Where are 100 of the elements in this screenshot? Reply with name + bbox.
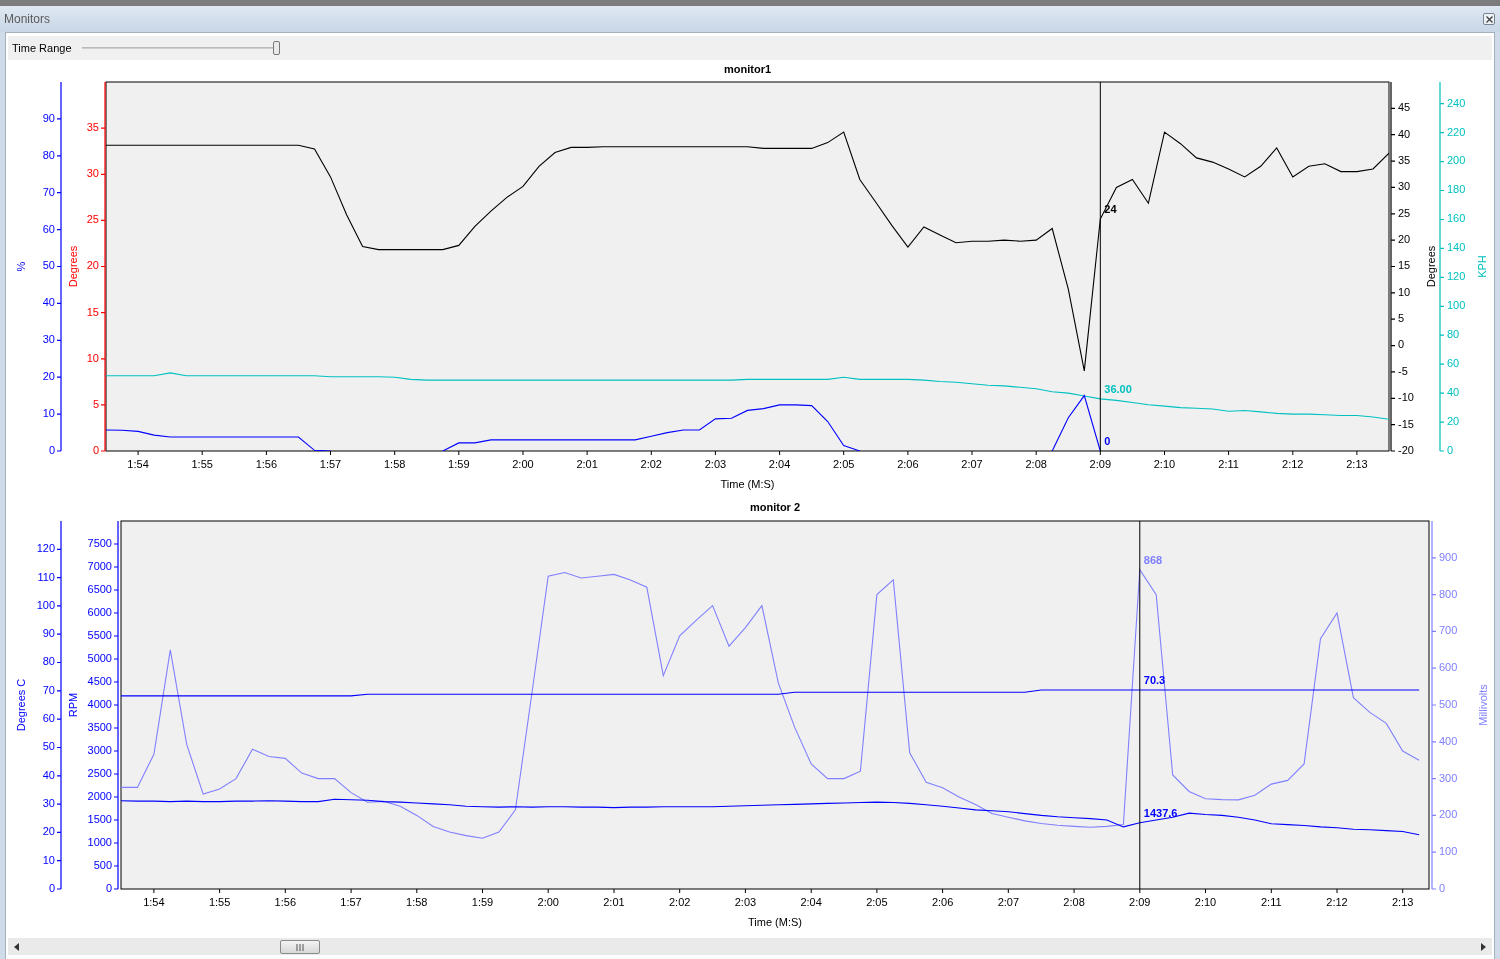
axis-tick-label: 2:11 bbox=[1260, 895, 1282, 908]
axis-tick-label: 60 bbox=[42, 222, 55, 235]
axis-tick-label: 1:55 bbox=[191, 457, 213, 470]
chart-title: monitor 2 bbox=[749, 500, 801, 513]
axis-tick-label: 1:54 bbox=[143, 895, 165, 908]
axis-tick-label: 2:13 bbox=[1392, 895, 1414, 908]
axis-tick-label: 2:09 bbox=[1089, 457, 1112, 470]
axis-tick-label: 0 bbox=[1447, 443, 1454, 456]
axis-tick-label: 3000 bbox=[87, 743, 112, 756]
axis-tick-label: 2:05 bbox=[833, 457, 855, 470]
axis-tick-label: 1:57 bbox=[319, 457, 342, 470]
axis-tick-label: 2:10 bbox=[1153, 457, 1176, 470]
axis-tick-label: 2:01 bbox=[603, 895, 625, 908]
axis-title: Time (M:S) bbox=[720, 477, 775, 490]
axis-tick-label: 50 bbox=[42, 740, 55, 753]
chart-title: monitor1 bbox=[723, 62, 772, 75]
axis-tick-label: 200 bbox=[1447, 154, 1466, 167]
axis-tick-label: 0 bbox=[105, 881, 112, 894]
axis-tick-label: 2:12 bbox=[1282, 457, 1304, 470]
axis-tick-label: 40 bbox=[42, 296, 55, 309]
axis-tick-label: 2:11 bbox=[1218, 457, 1239, 470]
axis-tick-label: 60 bbox=[1447, 357, 1460, 370]
cursor-reading: 868 bbox=[1143, 553, 1163, 566]
axis-tick-label: 500 bbox=[93, 858, 112, 871]
slider-thumb[interactable] bbox=[273, 41, 280, 55]
axis-tick-label: 2:13 bbox=[1346, 457, 1368, 470]
axis-tick-label: 5000 bbox=[87, 651, 112, 664]
scroll-left-icon[interactable] bbox=[14, 942, 19, 951]
axis-tick-label: 2000 bbox=[87, 789, 112, 802]
axis-tick-label: 2:03 bbox=[704, 457, 727, 470]
axis-tick-label: 5500 bbox=[87, 628, 112, 641]
axis-tick-label: 30 bbox=[42, 333, 55, 346]
axis-title: Degrees C bbox=[14, 678, 27, 732]
axis-tick-label: 0 bbox=[48, 443, 55, 456]
axis-tick-label: 2:00 bbox=[512, 457, 534, 470]
axis-tick-label: 10 bbox=[42, 407, 55, 419]
axis-tick-label: 1500 bbox=[87, 812, 112, 825]
axis-tick-label: 1:59 bbox=[448, 457, 470, 470]
axis-tick-label: 4000 bbox=[87, 697, 112, 710]
axis-tick-label: 160 bbox=[1447, 212, 1466, 225]
axis-tick-label: 1:54 bbox=[127, 457, 149, 470]
axis-tick-label: 30 bbox=[86, 167, 99, 180]
axis-tick-label: 7000 bbox=[87, 559, 112, 572]
cursor-reading: 36.00 bbox=[1104, 382, 1132, 395]
axis-tick-label: 30 bbox=[42, 797, 55, 809]
axis-tick-label: 100 bbox=[1447, 299, 1466, 312]
axis-tick-label: 0 bbox=[92, 443, 99, 456]
axis-tick-label: 2:04 bbox=[768, 457, 791, 470]
axis-tick-label: 1:58 bbox=[406, 895, 428, 908]
axis-tick-label: 220 bbox=[1447, 125, 1466, 138]
axis-tick-label: 50 bbox=[42, 259, 55, 272]
axis-tick-label: 100 bbox=[36, 598, 55, 611]
axis-tick-label: 15 bbox=[1398, 259, 1411, 272]
axis-title: Time (M:S) bbox=[748, 915, 802, 928]
axis-tick-label: 200 bbox=[1439, 808, 1458, 821]
axis-tick-label: 25 bbox=[86, 213, 99, 226]
axis-title: KPH bbox=[1475, 255, 1488, 278]
grip-icon bbox=[296, 943, 304, 951]
axis-tick-label: 40 bbox=[1398, 127, 1411, 140]
axis-title: Degrees bbox=[1424, 245, 1437, 288]
axis-tick-label: 140 bbox=[1447, 241, 1466, 254]
axis-tick-label: 120 bbox=[1447, 270, 1466, 283]
axis-tick-label: 0 bbox=[48, 881, 55, 894]
axis-tick-label: 2:07 bbox=[997, 895, 1020, 908]
scroll-right-icon[interactable] bbox=[1481, 942, 1486, 951]
axis-tick-label: 20 bbox=[42, 825, 55, 838]
axis-tick-label: 1:56 bbox=[255, 457, 278, 470]
axis-tick-label: 800 bbox=[1439, 587, 1458, 600]
axis-tick-label: 0 bbox=[1439, 881, 1446, 894]
axis-tick-label: 4500 bbox=[87, 674, 112, 687]
axis-tick-label: 90 bbox=[42, 111, 55, 124]
axis-tick-label: 180 bbox=[1447, 183, 1466, 196]
axis-title: % bbox=[14, 261, 27, 272]
axis-tick-label: 5 bbox=[1398, 312, 1405, 325]
axis-tick-label: 2:02 bbox=[669, 895, 691, 908]
axis-tick-label: 80 bbox=[42, 655, 55, 668]
axis-tick-label: 7500 bbox=[87, 536, 112, 549]
close-button[interactable] bbox=[1483, 13, 1495, 25]
cursor-line[interactable] bbox=[1139, 520, 1141, 890]
axis-tick-label: 2:03 bbox=[734, 895, 757, 908]
axis-title: Degrees bbox=[66, 245, 79, 288]
cursor-line[interactable] bbox=[1099, 81, 1101, 452]
axis-tick-label: 35 bbox=[86, 121, 99, 134]
axis-tick-label: 45 bbox=[1398, 101, 1411, 114]
axis-tick-label: 300 bbox=[1439, 771, 1458, 784]
axis-tick-label: 2:00 bbox=[537, 895, 559, 908]
axis-tick-label: 2:12 bbox=[1326, 895, 1348, 908]
axis-tick-label: 900 bbox=[1439, 550, 1458, 563]
scroll-thumb[interactable] bbox=[280, 940, 320, 954]
axis-title: RPM bbox=[66, 692, 79, 718]
axis-tick-label: 1:57 bbox=[340, 895, 362, 908]
axis-tick-label: 2:05 bbox=[866, 895, 888, 908]
axis-tick-label: 100 bbox=[1439, 845, 1458, 858]
axis-tick-label: 1000 bbox=[87, 835, 112, 848]
axis-tick-label: 2:07 bbox=[961, 457, 983, 470]
axis-tick-label: -20 bbox=[1398, 443, 1414, 456]
horizontal-scrollbar[interactable] bbox=[8, 938, 1492, 955]
axis-tick-label: 25 bbox=[1398, 206, 1411, 219]
axis-tick-label: 2:06 bbox=[897, 457, 919, 470]
axis-tick-label: 2:01 bbox=[576, 457, 598, 470]
